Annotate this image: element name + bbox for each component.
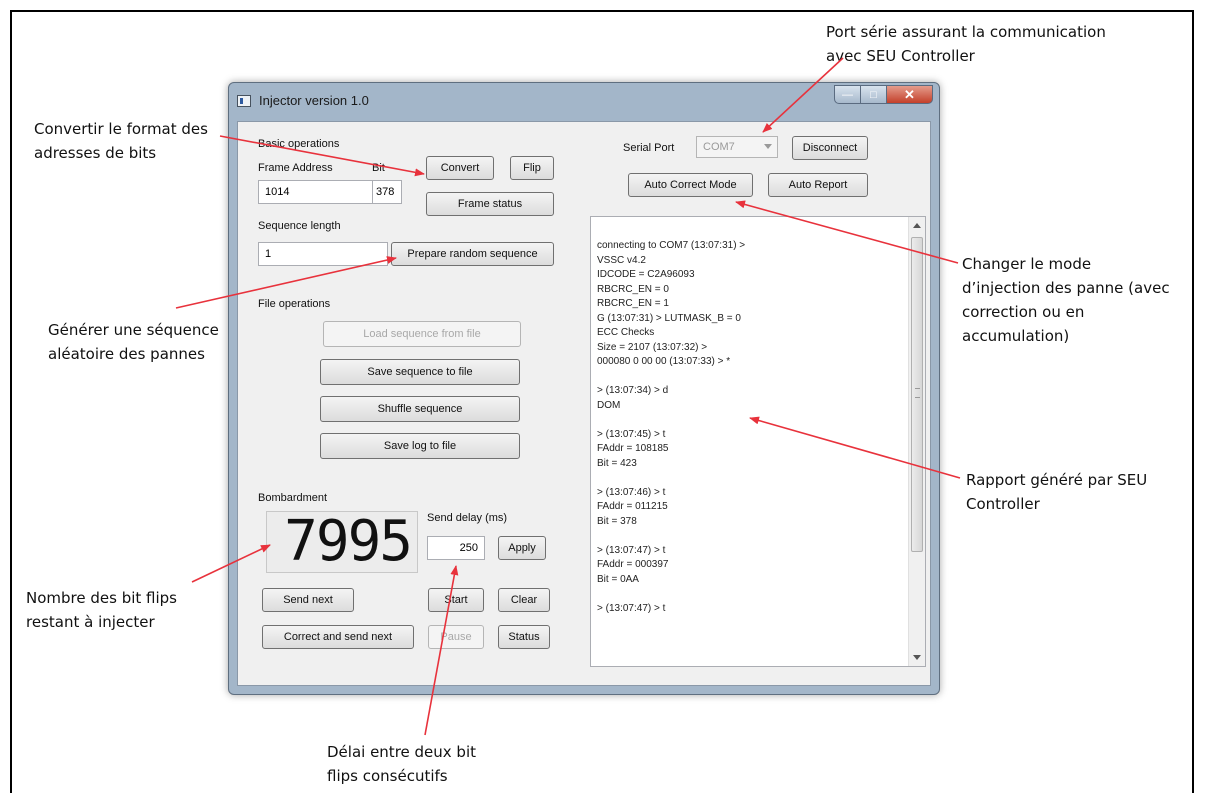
annotation-text: Convertir le format des xyxy=(34,120,208,138)
frame-address-input[interactable]: 1014 xyxy=(258,180,376,204)
maximize-button[interactable]: □ xyxy=(861,85,887,104)
annotation-text: aléatoire des pannes xyxy=(48,345,205,363)
minimize-icon: — xyxy=(842,88,853,101)
file-operations-label: File operations xyxy=(258,298,331,310)
serial-port-select[interactable]: COM7 xyxy=(696,136,778,158)
annotation-text: avec SEU Controller xyxy=(826,47,975,65)
annotation-report: Rapport généré par SEU Controller xyxy=(966,468,1147,516)
log-text: connecting to COM7 (13:07:31) > VSSC v4.… xyxy=(597,240,746,614)
title-bar[interactable]: Injector version 1.0 — □ ✕ xyxy=(229,83,939,119)
scroll-up-icon[interactable] xyxy=(913,223,921,228)
annotation-sequence: Générer une séquence aléatoire des panne… xyxy=(48,318,219,366)
auto-report-button[interactable]: Auto Report xyxy=(768,173,868,197)
annotation-delay: Délai entre deux bit flips consécutifs xyxy=(327,740,476,788)
save-sequence-button[interactable]: Save sequence to file xyxy=(320,359,520,385)
annotation-mode: Changer le mode d’injection des panne (a… xyxy=(962,252,1170,348)
clear-button[interactable]: Clear xyxy=(498,588,550,612)
convert-button[interactable]: Convert xyxy=(426,156,494,180)
save-log-button[interactable]: Save log to file xyxy=(320,433,520,459)
grip-icon xyxy=(915,388,920,398)
window-client-area: Basic operations Frame Address Bit 1014 … xyxy=(237,121,931,686)
bit-input[interactable]: 378 xyxy=(372,180,402,204)
sequence-length-input[interactable]: 1 xyxy=(258,242,388,266)
scroll-down-icon[interactable] xyxy=(913,655,921,660)
annotation-text: Générer une séquence xyxy=(48,321,219,339)
app-icon xyxy=(237,95,251,107)
send-delay-input[interactable]: 250 xyxy=(427,536,485,560)
bit-label: Bit xyxy=(372,162,385,174)
log-output[interactable]: connecting to COM7 (13:07:31) > VSSC v4.… xyxy=(590,216,926,667)
bombardment-section-label: Bombardment xyxy=(258,492,328,504)
send-next-button[interactable]: Send next xyxy=(262,588,354,612)
annotation-text: Changer le mode xyxy=(962,255,1092,273)
annotation-serial-port: Port série assurant la communication ave… xyxy=(826,20,1106,68)
maximize-icon: □ xyxy=(870,88,877,101)
flip-button[interactable]: Flip xyxy=(510,156,554,180)
annotation-text: d’injection des panne (avec xyxy=(962,279,1170,297)
annotation-text: flips consécutifs xyxy=(327,767,448,785)
apply-button[interactable]: Apply xyxy=(498,536,546,560)
send-delay-label: Send delay (ms) xyxy=(427,512,508,524)
close-icon: ✕ xyxy=(904,86,915,102)
remaining-bitflips-counter: 7995 xyxy=(266,511,418,573)
close-button[interactable]: ✕ xyxy=(887,85,933,104)
auto-correct-mode-button[interactable]: Auto Correct Mode xyxy=(628,173,753,197)
annotation-text: Port série assurant la communication xyxy=(826,23,1106,41)
annotation-convert: Convertir le format des adresses de bits xyxy=(34,117,208,165)
annotation-bitflips: Nombre des bit flips restant à injecter xyxy=(26,586,177,634)
window-controls: — □ ✕ xyxy=(834,85,933,104)
sequence-length-label: Sequence length xyxy=(258,220,341,232)
annotation-text: Rapport généré par SEU xyxy=(966,471,1148,489)
annotation-text: Controller xyxy=(966,495,1040,513)
prepare-random-sequence-button[interactable]: Prepare random sequence xyxy=(391,242,554,266)
annotation-text: Nombre des bit flips xyxy=(26,589,177,607)
shuffle-sequence-button[interactable]: Shuffle sequence xyxy=(320,396,520,422)
frame-status-button[interactable]: Frame status xyxy=(426,192,554,216)
load-sequence-button[interactable]: Load sequence from file xyxy=(323,321,521,347)
start-button[interactable]: Start xyxy=(428,588,484,612)
status-button[interactable]: Status xyxy=(498,625,550,649)
serial-port-value: COM7 xyxy=(703,141,735,153)
annotation-text: Délai entre deux bit xyxy=(327,743,476,761)
frame-address-label: Frame Address xyxy=(258,162,333,174)
scrollbar-thumb[interactable] xyxy=(911,237,923,552)
basic-operations-label: Basic operations xyxy=(258,138,340,150)
window-title: Injector version 1.0 xyxy=(259,93,369,108)
pause-button[interactable]: Pause xyxy=(428,625,484,649)
minimize-button[interactable]: — xyxy=(834,85,861,104)
chevron-down-icon xyxy=(764,144,772,149)
annotation-text: restant à injecter xyxy=(26,613,155,631)
log-scrollbar[interactable] xyxy=(908,217,925,666)
disconnect-button[interactable]: Disconnect xyxy=(792,136,868,160)
serial-port-label: Serial Port xyxy=(623,142,675,154)
annotation-text: adresses de bits xyxy=(34,144,157,162)
correct-and-send-next-button[interactable]: Correct and send next xyxy=(262,625,414,649)
annotation-text: accumulation) xyxy=(962,327,1070,345)
annotation-text: correction ou en xyxy=(962,303,1085,321)
injector-window: Injector version 1.0 — □ ✕ Basic operati… xyxy=(228,82,940,695)
